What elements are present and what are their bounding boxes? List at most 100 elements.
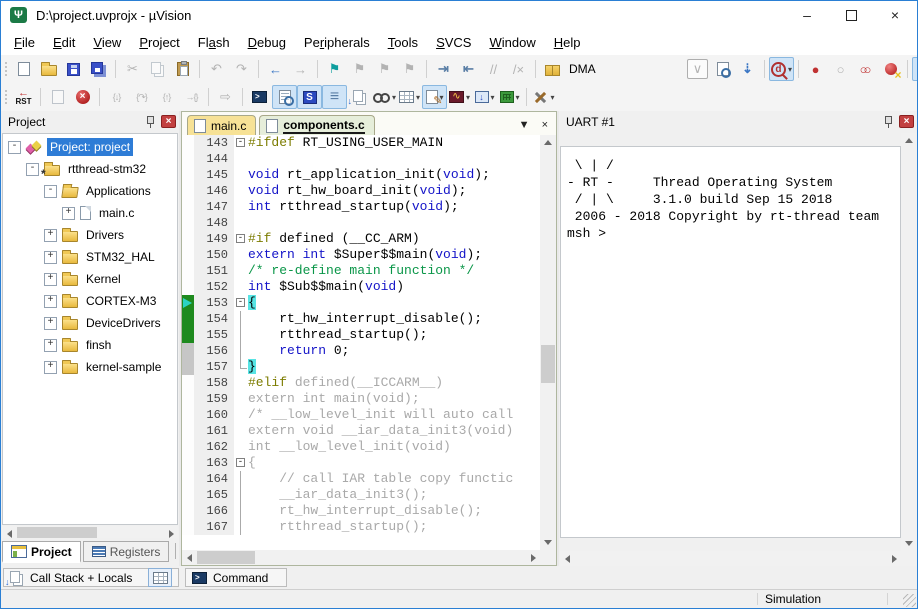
fold-margin[interactable] (234, 503, 248, 519)
editor-tab-main-c[interactable]: main.c (187, 115, 256, 135)
analysis-windows-button[interactable]: ▾ (447, 85, 472, 109)
disable-all-breakpoints-button[interactable]: ○○ (853, 57, 878, 81)
fold-collapse-box[interactable]: - (236, 298, 245, 307)
fold-margin[interactable] (234, 215, 248, 231)
cut-button[interactable]: ✂ (120, 57, 145, 81)
project-panel-close-icon[interactable] (161, 115, 176, 128)
scroll-up-arrow[interactable] (901, 133, 917, 148)
find-in-files-dialog-button[interactable] (710, 57, 735, 81)
minimize-button[interactable]: – (785, 1, 829, 29)
expand-box[interactable]: + (44, 251, 57, 264)
debug-toolbox-dropdown-caret[interactable]: ▾ (551, 93, 555, 102)
tree-item-cortex-m3[interactable]: +CORTEX-M3 (3, 290, 177, 312)
uncomment-selection-button[interactable]: /× (506, 57, 531, 81)
expand-box[interactable]: + (44, 339, 57, 352)
window-list-icon[interactable]: ▼ (519, 119, 530, 131)
scroll-up-arrow[interactable] (540, 135, 556, 150)
expand-box[interactable]: + (44, 361, 57, 374)
memory-window-dropdown-caret[interactable]: ▾ (416, 93, 420, 102)
redo-button[interactable]: ↷ (229, 57, 254, 81)
paste-button[interactable] (170, 57, 195, 81)
next-bookmark-button[interactable]: ⚑ (372, 57, 397, 81)
run-button[interactable]: ⇨ (213, 85, 238, 109)
fold-margin[interactable] (234, 359, 248, 375)
fold-margin[interactable] (234, 167, 248, 183)
undo-button[interactable]: ↶ (204, 57, 229, 81)
scroll-right-arrow[interactable] (887, 551, 901, 566)
fold-margin[interactable] (234, 487, 248, 503)
insert-breakpoint-button[interactable]: ● (803, 57, 828, 81)
debug-toolbox-button[interactable]: ▾ (531, 85, 556, 109)
scroll-down-arrow[interactable] (901, 536, 917, 551)
scroll-thumb[interactable] (541, 345, 555, 383)
scroll-down-arrow[interactable] (540, 535, 556, 550)
fold-margin[interactable] (234, 247, 248, 263)
menu-view[interactable]: View (84, 31, 130, 54)
serial-windows-button[interactable]: ▾ (422, 85, 447, 109)
fold-margin[interactable] (234, 519, 248, 535)
system-viewer-dropdown-caret[interactable]: ▾ (516, 93, 520, 102)
scroll-left-arrow[interactable] (182, 550, 196, 565)
expand-box[interactable]: + (44, 229, 57, 242)
menu-flash[interactable]: Flash (189, 31, 239, 54)
copy-button[interactable] (145, 57, 170, 81)
toggle-bookmark-button[interactable]: ⚑ (322, 57, 347, 81)
watch-window-dropdown-caret[interactable]: ▾ (392, 93, 396, 102)
editor-vscrollbar[interactable] (540, 135, 556, 550)
watch-window-button[interactable]: ▾ (372, 85, 397, 109)
pin-icon[interactable] (145, 115, 155, 128)
menu-peripherals[interactable]: Peripherals (295, 31, 379, 54)
maximize-button[interactable] (829, 1, 873, 29)
navigate-forward-button[interactable]: → (288, 57, 313, 81)
close-document-icon[interactable]: × (542, 119, 548, 131)
disassembly-window-button[interactable] (272, 85, 297, 109)
memory-window-button[interactable] (148, 568, 172, 587)
fold-margin[interactable] (234, 343, 248, 359)
menu-project[interactable]: Project (130, 31, 188, 54)
command-tab[interactable]: Command (185, 568, 287, 587)
callstack-locals-tab[interactable]: Call Stack + Locals (3, 568, 179, 587)
step-out-button[interactable]: {↑} (154, 85, 179, 109)
system-viewer-button[interactable]: ▾ (497, 85, 522, 109)
uart-terminal-output[interactable]: \ | / - RT - Thread Operating System / |… (560, 146, 901, 538)
clear-bookmarks-button[interactable]: ⚑ (397, 57, 422, 81)
uart-panel-close-icon[interactable] (899, 115, 914, 128)
fold-margin[interactable] (234, 327, 248, 343)
scroll-right-arrow[interactable] (526, 550, 540, 565)
kill-all-breakpoints-button[interactable] (878, 57, 903, 81)
memory-window-lines-button[interactable]: ≡ (322, 85, 347, 109)
lookup-word-button[interactable]: d▾ (769, 57, 794, 81)
step-over-button[interactable]: {↷} (129, 85, 154, 109)
fold-collapse-box[interactable]: - (236, 138, 245, 147)
enable-breakpoint-button[interactable]: ○ (828, 57, 853, 81)
indent-button[interactable]: ⇥ (431, 57, 456, 81)
tree-item-finsh[interactable]: +finsh (3, 334, 177, 356)
expand-box[interactable]: + (44, 295, 57, 308)
fold-margin[interactable] (234, 391, 248, 407)
lookup-word-dropdown-caret[interactable]: ▾ (788, 65, 792, 74)
fold-margin[interactable] (234, 183, 248, 199)
project-window-toggle-button[interactable] (912, 57, 917, 81)
scroll-thumb[interactable] (197, 551, 255, 564)
panel-tab-registers[interactable]: Registers (83, 541, 170, 562)
panel-tab-project[interactable]: Project (2, 541, 81, 563)
tree-item-kernel[interactable]: +Kernel (3, 268, 177, 290)
collapse-box[interactable]: - (44, 185, 57, 198)
save-all-button[interactable] (86, 57, 111, 81)
comment-selection-button[interactable]: // (481, 57, 506, 81)
menu-file[interactable]: File (5, 31, 44, 54)
call-stack-window-button[interactable] (347, 85, 372, 109)
unindent-button[interactable]: ⇤ (456, 57, 481, 81)
collapse-box[interactable]: - (8, 141, 21, 154)
collapse-box[interactable]: - (26, 163, 39, 176)
tree-item-applications[interactable]: -Applications (3, 180, 177, 202)
fold-margin[interactable] (234, 199, 248, 215)
fold-collapse-box[interactable]: - (236, 234, 245, 243)
fold-margin[interactable]: - (234, 135, 248, 151)
show-next-statement-button[interactable] (45, 85, 70, 109)
menu-tools[interactable]: Tools (379, 31, 427, 54)
expand-box[interactable]: + (62, 207, 75, 220)
fold-margin[interactable] (234, 375, 248, 391)
fold-margin[interactable] (234, 279, 248, 295)
run-to-cursor-button[interactable]: →{} (179, 85, 204, 109)
